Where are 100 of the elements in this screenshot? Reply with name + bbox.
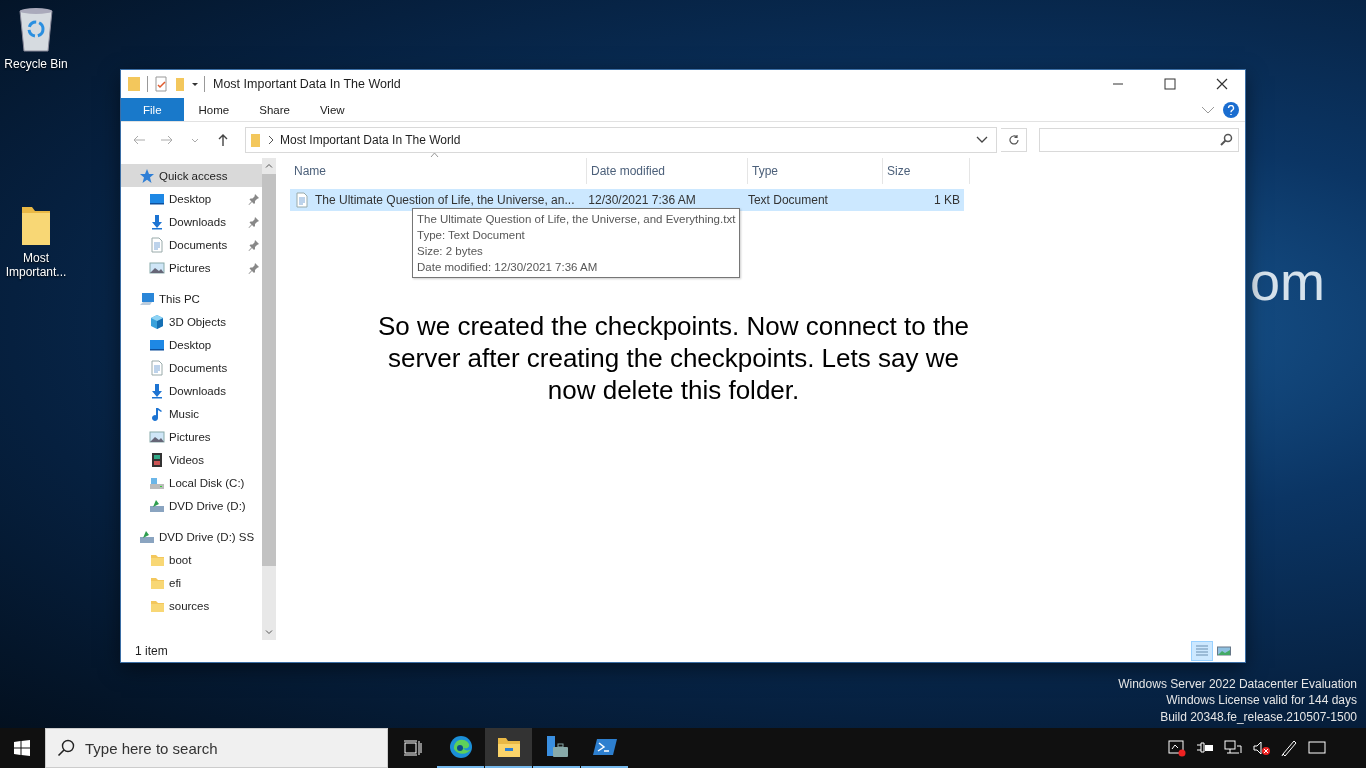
nav-item-label: Desktop (169, 338, 213, 351)
refresh-button[interactable] (1001, 128, 1027, 152)
breadcrumb[interactable]: Most Important Data In The World (280, 133, 461, 147)
search-field[interactable]: Type here to search (45, 728, 388, 768)
file-name: The Ultimate Question of Life, the Universe, an... (315, 193, 575, 207)
taskbar-app-button[interactable] (485, 728, 532, 768)
nav-item[interactable]: Pictures (121, 425, 262, 448)
folder-icon (250, 132, 262, 148)
download-arrow-icon (149, 382, 165, 399)
nav-item-label: efi (169, 576, 183, 589)
file-row[interactable]: The Ultimate Question of Life, the Universe, an... 12/30/2021 7:36 AM Text Document 1 KB (290, 189, 964, 211)
date-modified-cell-text: 12/30/2021 7:36 AM (587, 193, 697, 207)
film-icon (149, 451, 165, 468)
desktop-icon-label[interactable]: Recycle Bin (0, 57, 72, 71)
scroll-up-icon (265, 163, 273, 168)
folder-icon (20, 205, 52, 247)
notification-alert-icon (1168, 739, 1186, 757)
tooltip-line: Size: 2 bytes (417, 244, 484, 259)
column-header[interactable]: Type (748, 158, 883, 184)
nav-item-label: sources (169, 599, 211, 612)
recycle-bin-icon (16, 5, 56, 53)
folder-icon (174, 76, 186, 92)
nav-item[interactable]: DVD Drive (D:) (121, 494, 262, 517)
nav-item-label: Quick access (159, 169, 229, 182)
nav-item[interactable]: Documents (121, 356, 262, 379)
nav-item[interactable]: boot (121, 548, 262, 571)
ribbon-tab[interactable]: Home (183, 98, 245, 121)
ribbon-tab[interactable]: File (121, 98, 184, 121)
nav-item-label: DVD Drive (D:) SS (159, 530, 256, 543)
music-note-icon (149, 405, 165, 422)
pen-icon (1280, 739, 1298, 757)
network-icon (1224, 740, 1242, 756)
nav-item[interactable]: This PC (121, 287, 262, 310)
dropdown-icon (976, 136, 988, 144)
windows-logo-icon (14, 740, 30, 756)
size-cell-text: 1 KB (933, 193, 961, 207)
nav-item[interactable]: Local Disk (C:) (121, 471, 262, 494)
nav-item[interactable]: Desktop (121, 333, 262, 356)
column-header[interactable]: Name (290, 158, 587, 184)
picture-icon (149, 259, 165, 276)
power-plug-icon (1196, 740, 1214, 756)
column-header[interactable]: Size (883, 158, 970, 184)
column-header[interactable]: Date modified (587, 158, 748, 184)
nav-item-label: Videos (169, 453, 205, 466)
nav-item-label: Documents (169, 238, 229, 251)
nav-item[interactable]: 3D Objects (121, 310, 262, 333)
nav-item-label: Documents (169, 361, 229, 374)
document-icon (149, 236, 165, 253)
item-count: 1 item (135, 644, 168, 658)
nav-item-label: Pictures (169, 430, 212, 443)
ribbon-tab[interactable]: View (304, 98, 360, 121)
nav-item[interactable]: DVD Drive (D:) SS (121, 525, 262, 548)
nav-item[interactable]: Downloads (121, 379, 262, 402)
type-cell-text: Text Document (746, 193, 829, 207)
watermark-text: Build 20348.fe_release.210507-1500 (1160, 708, 1357, 725)
nav-item[interactable]: Desktop (121, 187, 262, 210)
nav-item[interactable]: sources (121, 594, 262, 617)
close-icon (1216, 78, 1228, 90)
folder-icon (127, 76, 141, 92)
nav-item[interactable]: Pictures (121, 256, 262, 279)
nav-item-label: boot (169, 553, 193, 566)
watermark-text: Windows Server 2022 Datacenter Evaluation (1118, 675, 1357, 692)
refresh-icon (1007, 134, 1020, 146)
nav-item[interactable]: Music (121, 402, 262, 425)
ribbon-tab[interactable]: Share (244, 98, 305, 121)
window-title: Most Important Data In The World (213, 77, 401, 91)
nav-item-label: Desktop (169, 192, 213, 205)
chevron-right-icon (268, 135, 274, 145)
video-caption: So we created the checkpoints. Now connect to the server after creating the checkpoints. Lets say we now delete this folder. (376, 310, 971, 406)
scroll-down-icon (265, 630, 273, 635)
nav-item-label: Pictures (169, 261, 212, 274)
download-arrow-icon (149, 213, 165, 230)
maximize-icon (1164, 78, 1176, 90)
details-list-icon (1195, 644, 1209, 658)
task-view-icon (404, 740, 422, 756)
address-bar[interactable]: Most Important Data In The World (245, 127, 997, 153)
forward-icon (160, 133, 174, 147)
help-icon[interactable] (1223, 101, 1239, 118)
nav-item-label: Music (169, 407, 201, 420)
nav-item-label: Downloads (169, 215, 227, 228)
nav-item[interactable]: Quick access (121, 164, 262, 187)
properties-icon (154, 76, 168, 92)
scroll-thumb[interactable] (262, 174, 276, 566)
nav-item[interactable]: Videos (121, 448, 262, 471)
nav-item-label: Downloads (169, 384, 227, 397)
nav-item[interactable]: efi (121, 571, 262, 594)
search-icon (57, 739, 75, 757)
thumbnail-icon (1217, 645, 1231, 657)
scrollbar[interactable] (262, 158, 276, 640)
speaker-muted-icon (1252, 740, 1270, 756)
folder-icon (496, 736, 521, 758)
watermark-text: Windows License valid for 144 days (1166, 692, 1357, 709)
caret-icon (192, 82, 198, 86)
nav-item[interactable]: Downloads (121, 210, 262, 233)
search-field[interactable] (1039, 128, 1239, 152)
document-icon (294, 192, 310, 208)
server-toolbox-icon (544, 735, 569, 759)
desktop-icon-label[interactable]: Most Important... (0, 251, 72, 279)
nav-item-label: This PC (159, 292, 201, 305)
nav-item[interactable]: Documents (121, 233, 262, 256)
